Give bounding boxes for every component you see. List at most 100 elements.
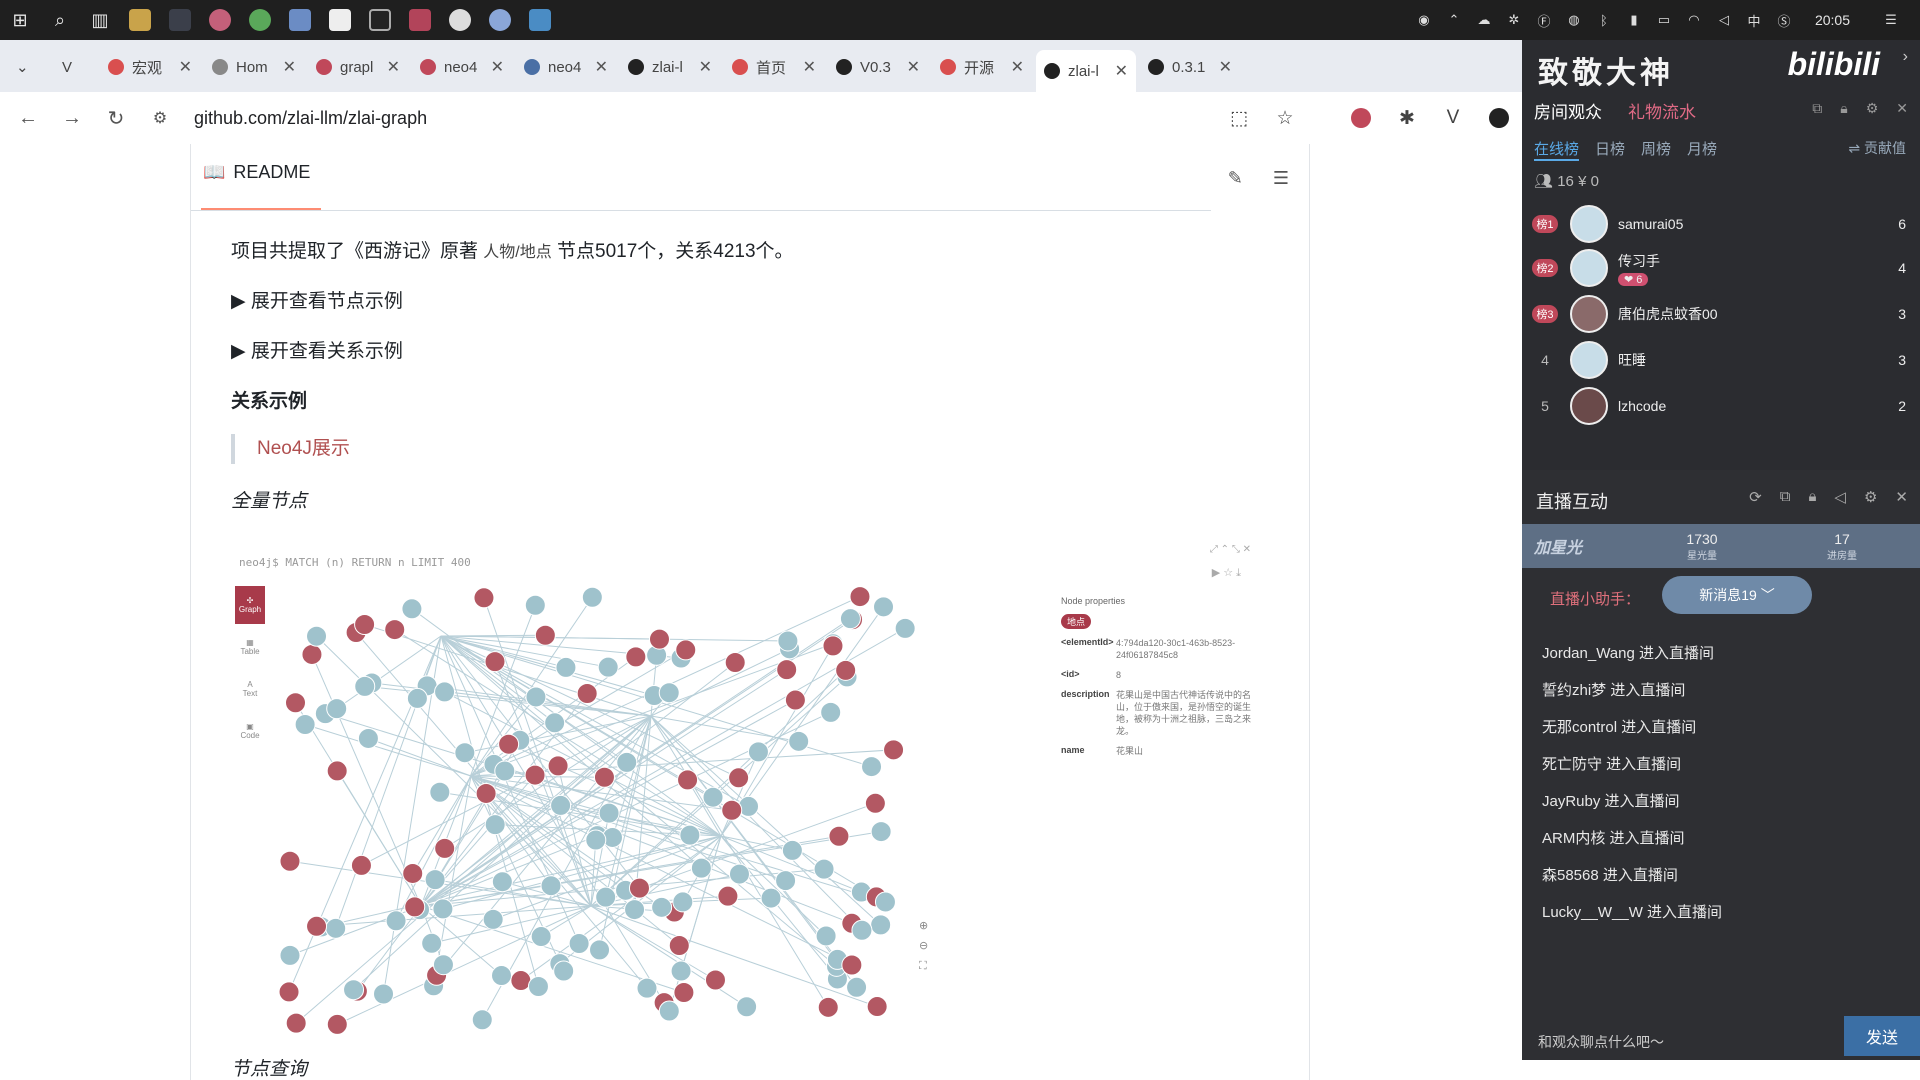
browser-tab[interactable]: zlai-l ✕ — [620, 50, 720, 84]
zoom-controls[interactable]: ⊕ ⊖ ⛶ — [919, 916, 928, 976]
user-icon[interactable]: ◉ — [1415, 11, 1433, 29]
chrome-icon[interactable] — [440, 0, 480, 40]
graph-node[interactable] — [326, 1013, 348, 1035]
tab-gift-flow[interactable]: 礼物流水 — [1628, 98, 1696, 123]
graph-node[interactable] — [473, 587, 495, 609]
graph-node[interactable] — [625, 646, 647, 668]
settings-icon[interactable]: ⚙ — [1866, 100, 1879, 117]
graph-node[interactable] — [424, 869, 446, 891]
graph-node[interactable] — [846, 976, 868, 998]
graph-node[interactable] — [728, 767, 750, 789]
graph-node[interactable] — [421, 932, 443, 954]
graph-node[interactable] — [760, 887, 782, 909]
cloud-icon[interactable]: ☁ — [1475, 11, 1493, 29]
graph-node[interactable] — [278, 981, 300, 1003]
graph-node[interactable] — [482, 908, 504, 930]
contribution-sort[interactable]: ⇌ 贡献值 — [1848, 138, 1906, 158]
graph-node[interactable] — [870, 914, 892, 936]
graph-node[interactable] — [781, 839, 803, 861]
browser-tab[interactable]: neo4 ✕ — [516, 50, 616, 84]
graph-node[interactable] — [598, 802, 620, 824]
graph-node[interactable] — [648, 628, 670, 650]
graph-node[interactable] — [870, 821, 892, 843]
graph-node[interactable] — [864, 792, 886, 814]
graph-node[interactable] — [373, 983, 395, 1005]
graph-node[interactable] — [402, 862, 424, 884]
obs-icon[interactable] — [200, 0, 240, 40]
code-view-button[interactable]: ▣ Code — [235, 712, 265, 750]
settings-tray-icon[interactable]: ✲ — [1505, 11, 1523, 29]
graph-node[interactable] — [510, 970, 532, 992]
extension-puzzle-icon[interactable]: ✱ — [1394, 105, 1420, 131]
table-view-button[interactable]: ▦ Table — [235, 628, 265, 666]
graph-node[interactable] — [616, 751, 638, 773]
graph-node[interactable] — [585, 829, 607, 851]
graph-node[interactable] — [306, 625, 328, 647]
chevron-up-icon[interactable]: ⌃ — [1445, 11, 1463, 29]
text-view-button[interactable]: A Text — [235, 670, 265, 708]
graph-node[interactable] — [484, 814, 506, 836]
graph-node[interactable] — [728, 863, 750, 885]
wifi-icon[interactable]: ◠ — [1685, 11, 1703, 29]
graph-node[interactable] — [690, 857, 712, 879]
ime-indicator[interactable]: 中 — [1745, 11, 1763, 29]
graph-view-button[interactable]: ✣ Graph — [235, 586, 265, 624]
graph-node[interactable] — [432, 954, 454, 976]
graph-node[interactable] — [475, 782, 497, 804]
tab-close-icon[interactable]: ✕ — [1219, 57, 1232, 77]
graph-node[interactable] — [498, 733, 520, 755]
graph-node[interactable] — [595, 886, 617, 908]
graph-node[interactable] — [484, 651, 506, 673]
chevron-right-icon[interactable]: › — [1903, 48, 1908, 66]
profile-avatar[interactable] — [1486, 105, 1512, 131]
details-nodes[interactable]: ▶ 展开查看节点示例 — [231, 286, 403, 313]
reload-button[interactable]: ↻ — [94, 96, 138, 140]
notification-icon[interactable]: ☰ — [1882, 11, 1900, 29]
volume-icon[interactable]: ◁ — [1834, 488, 1846, 506]
graph-node[interactable] — [524, 764, 546, 786]
back-button[interactable]: ← — [6, 96, 50, 140]
graph-node[interactable] — [434, 837, 456, 859]
graph-node[interactable] — [434, 681, 456, 703]
volume-icon[interactable]: ◁ — [1715, 11, 1733, 29]
tab-close-icon[interactable]: ✕ — [491, 57, 504, 77]
graph-node[interactable] — [658, 1000, 680, 1022]
popout-icon[interactable]: ⧉ — [1812, 100, 1822, 117]
browser-tab[interactable]: Hom ✕ — [204, 50, 304, 84]
bluetooth-icon[interactable]: ᛒ — [1595, 11, 1613, 29]
url-field[interactable]: github.com/zlai-llm/zlai-graph — [194, 108, 427, 129]
vivaldi-icon[interactable]: V — [54, 50, 90, 84]
tab-weekly-rank[interactable]: 周榜 — [1641, 138, 1671, 161]
graph-node[interactable] — [721, 799, 743, 821]
close-icon[interactable]: ✕ — [1896, 100, 1908, 117]
graph-node[interactable] — [702, 786, 724, 808]
graph-node[interactable] — [736, 996, 758, 1018]
graph-node[interactable] — [776, 659, 798, 681]
graph-node[interactable] — [326, 760, 348, 782]
microphone-icon[interactable]: ▮ — [1625, 11, 1643, 29]
graph-node[interactable] — [636, 977, 658, 999]
tab-monthly-rank[interactable]: 月榜 — [1687, 138, 1717, 161]
graph-node[interactable] — [354, 614, 376, 636]
tab-close-icon[interactable]: ✕ — [699, 57, 712, 77]
graph-node[interactable] — [540, 875, 562, 897]
details-relations[interactable]: ▶ 展开查看关系示例 — [231, 336, 403, 363]
graph-node[interactable] — [894, 617, 916, 639]
blockquote-link[interactable]: Neo4J展示 — [231, 434, 350, 464]
browser-tab[interactable]: neo4j ✕ — [412, 50, 512, 84]
graph-node[interactable] — [628, 877, 650, 899]
graph-node[interactable] — [357, 727, 379, 749]
graph-node[interactable] — [384, 619, 406, 641]
graph-node[interactable] — [866, 996, 888, 1018]
graph-node[interactable] — [525, 686, 547, 708]
clock[interactable]: 20:05 — [1815, 12, 1850, 28]
tab-close-icon[interactable]: ✕ — [595, 57, 608, 77]
search-icon[interactable]: ⌕ — [40, 0, 80, 40]
graph-node[interactable] — [747, 741, 769, 763]
graph-node[interactable] — [581, 586, 603, 608]
send-button[interactable]: 发送 — [1844, 1016, 1920, 1056]
tab-online-rank[interactable]: 在线榜 — [1534, 138, 1580, 161]
graph-node[interactable] — [861, 756, 883, 778]
vivaldi-icon[interactable]: V — [1440, 105, 1466, 131]
close-icon[interactable]: ✕ — [1895, 488, 1908, 506]
